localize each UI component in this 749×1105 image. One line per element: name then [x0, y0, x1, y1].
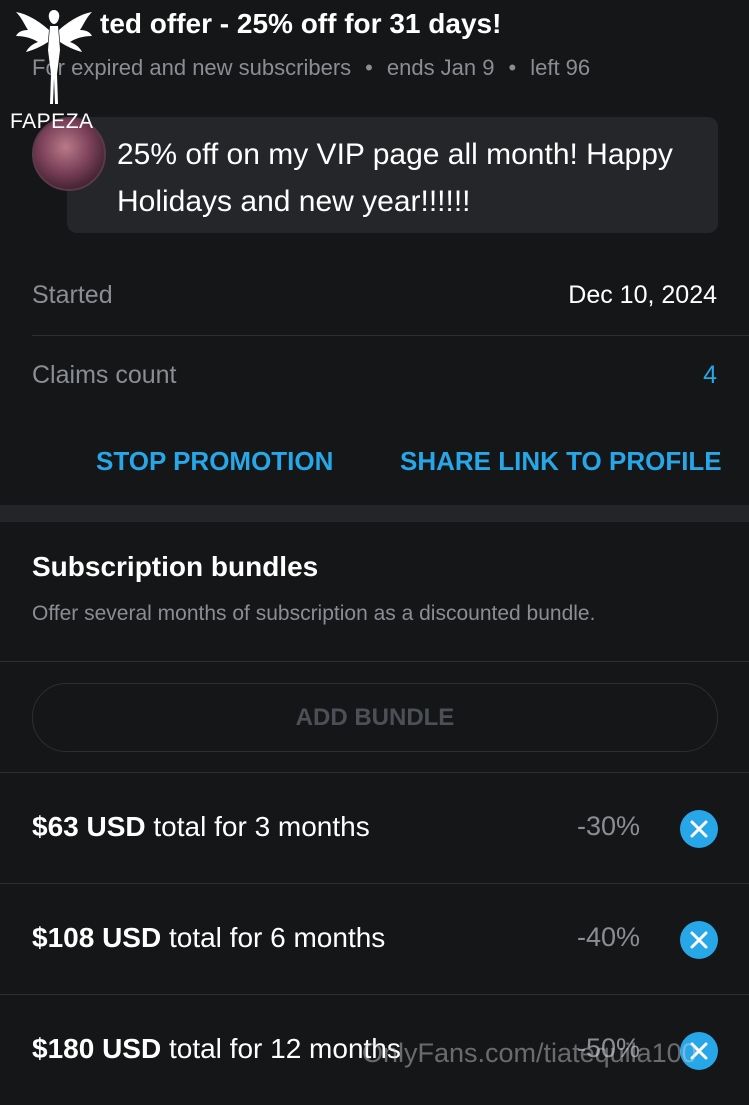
fapeza-logo: FAPEZA [4, 4, 104, 133]
divider [0, 661, 749, 662]
close-icon [690, 820, 708, 838]
logo-text: FAPEZA [10, 110, 94, 133]
bundle-row: $63 USD total for 3 months -30% [0, 773, 749, 884]
offer-message-bubble: 25% off on my VIP page all month! Happy … [67, 117, 718, 233]
divider [32, 335, 749, 336]
section-separator [0, 505, 749, 522]
meta-separator: • [365, 55, 373, 80]
bundles-description: Offer several months of subscription as … [32, 602, 596, 625]
offer-title: ted offer - 25% off for 31 days! [100, 8, 502, 39]
bundle-price: $108 USD [32, 922, 162, 953]
bundle-discount: -40% [577, 922, 641, 952]
close-icon [690, 931, 708, 949]
bundles-section-title: Subscription bundles [32, 551, 319, 582]
offer-left: left 96 [530, 55, 591, 80]
remove-bundle-button[interactable] [680, 921, 718, 959]
bundle-term: total for 3 months [145, 811, 370, 842]
started-value: Dec 10, 2024 [568, 281, 717, 309]
add-bundle-button[interactable]: ADD BUNDLE [32, 683, 718, 752]
bundle-summary: $108 USD total for 6 months [32, 922, 385, 954]
bundle-row: $108 USD total for 6 months -40% [0, 884, 749, 995]
bundle-price: $180 USD [32, 1033, 162, 1064]
started-label: Started [32, 281, 113, 309]
stop-promotion-button[interactable]: STOP PROMOTION [96, 446, 333, 477]
onlyfans-watermark: OnlyFans.com/tiatequila100 [362, 1038, 697, 1068]
share-link-button[interactable]: SHARE LINK TO PROFILE [400, 446, 722, 477]
bundle-term: total for 6 months [161, 922, 386, 953]
bundle-summary: $63 USD total for 3 months [32, 811, 370, 843]
offer-ends: ends Jan 9 [386, 55, 495, 80]
meta-separator: • [508, 55, 517, 80]
bundle-price: $63 USD [32, 811, 146, 842]
claims-count-label: Claims count [32, 361, 177, 389]
remove-bundle-button[interactable] [680, 810, 718, 848]
offer-message: 25% off on my VIP page all month! Happy … [117, 138, 673, 218]
offer-meta: For expired and new subscribers • ends J… [32, 55, 590, 81]
winged-figure-icon [16, 10, 92, 104]
claims-count-value[interactable]: 4 [703, 361, 717, 390]
bundle-summary: $180 USD total for 12 months [32, 1033, 401, 1065]
bundle-discount: -30% [577, 811, 641, 841]
